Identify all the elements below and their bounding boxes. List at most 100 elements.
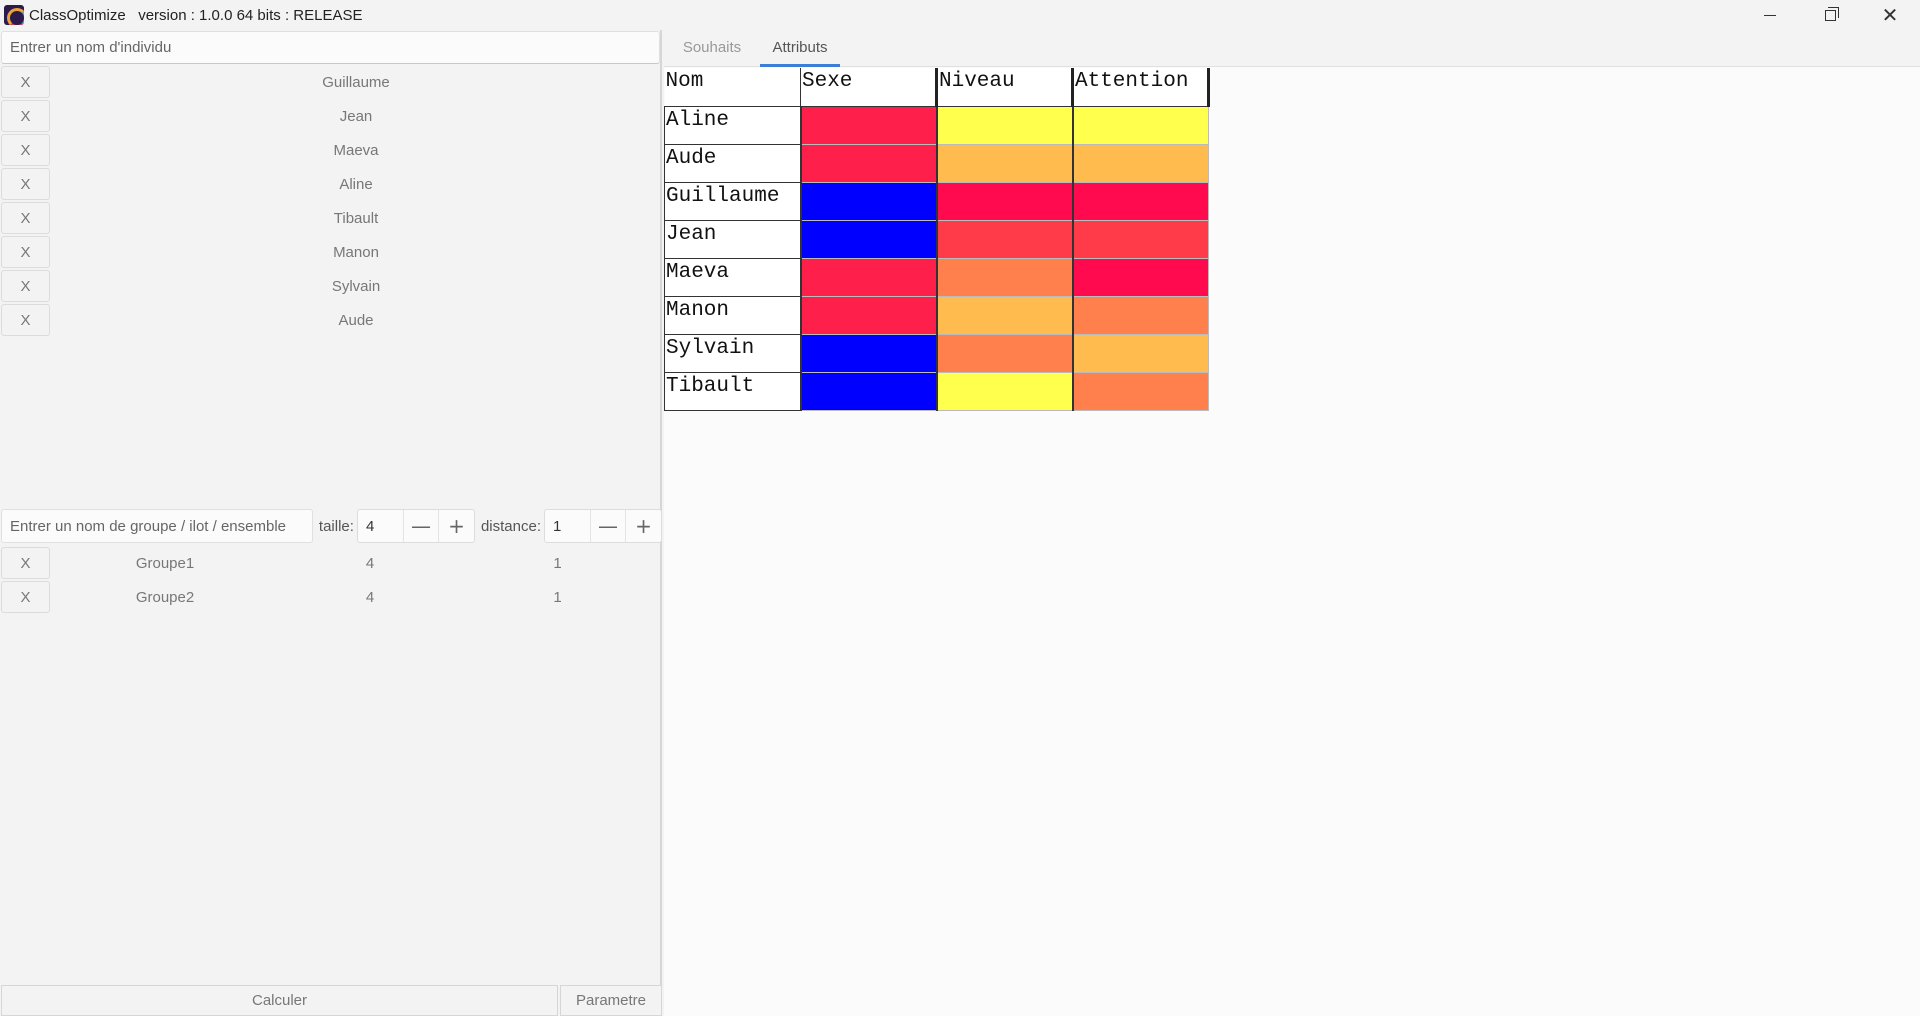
- attributs-nom-cell: Jean: [664, 219, 802, 259]
- individu-name: Maeva: [333, 141, 379, 159]
- right-panel: Souhaits Attributs Nom Sexe Niveau Atten…: [664, 30, 1920, 1016]
- distance-label: distance:: [480, 517, 541, 535]
- group-taille: 4: [365, 554, 375, 572]
- attribut-attention-cell[interactable]: [1071, 257, 1209, 297]
- attributs-nom-cell: Manon: [664, 295, 802, 335]
- attribut-niveau-cell[interactable]: [935, 371, 1073, 411]
- tab-souhaits[interactable]: Souhaits: [664, 29, 760, 66]
- attributs-row: Aude: [664, 143, 1209, 183]
- group-controls: taille: 4 — + distance: 1 — +: [0, 508, 662, 544]
- attribut-niveau-cell[interactable]: [935, 181, 1073, 221]
- individu-row: X Manon: [0, 235, 662, 269]
- window-controls: ✕: [1740, 0, 1920, 30]
- attributs-nom-cell: Sylvain: [664, 333, 802, 373]
- taille-value[interactable]: 4: [358, 510, 404, 542]
- attribut-attention-cell[interactable]: [1071, 143, 1209, 183]
- attributs-header-row: Nom Sexe Niveau Attention: [664, 68, 1210, 107]
- distance-increment-button[interactable]: +: [626, 510, 661, 542]
- attribut-niveau-cell[interactable]: [935, 219, 1073, 259]
- taille-increment-button[interactable]: +: [439, 510, 474, 542]
- group-distance: 1: [553, 588, 562, 606]
- individu-row: X Guillaume: [0, 65, 662, 99]
- attribut-niveau-cell[interactable]: [935, 295, 1073, 335]
- attributs-nom-cell: Maeva: [664, 257, 802, 297]
- title-bar: ClassOptimize version : 1.0.0 64 bits : …: [0, 0, 1920, 30]
- tab-attributs[interactable]: Attributs: [760, 29, 840, 67]
- left-panel: X Guillaume X Jean X Maeva X Aline X Tibault X Mano…: [0, 30, 662, 1016]
- attribut-niveau-cell[interactable]: [935, 143, 1073, 183]
- attributs-table: Nom Sexe Niveau Attention Aline Aude Guill…: [664, 68, 1210, 411]
- attribut-sexe-cell[interactable]: [799, 295, 937, 335]
- minimize-icon: [1764, 14, 1776, 16]
- taille-decrement-button[interactable]: —: [404, 510, 439, 542]
- group-name-input[interactable]: [1, 509, 313, 543]
- attribut-sexe-cell[interactable]: [799, 105, 937, 145]
- attribut-niveau-cell[interactable]: [935, 105, 1073, 145]
- attribut-sexe-cell[interactable]: [799, 371, 937, 411]
- attribut-attention-cell[interactable]: [1071, 181, 1209, 221]
- close-button[interactable]: ✕: [1860, 0, 1920, 30]
- individu-row: X Tibault: [0, 201, 662, 235]
- app-logo-icon: [4, 5, 24, 25]
- attribut-niveau-cell[interactable]: [935, 257, 1073, 297]
- remove-group-button[interactable]: X: [1, 581, 50, 613]
- attribut-sexe-cell[interactable]: [799, 181, 937, 221]
- attributs-nom-cell: Aude: [664, 143, 802, 183]
- remove-individu-button[interactable]: X: [1, 270, 50, 302]
- attribut-attention-cell[interactable]: [1071, 295, 1209, 335]
- individu-name: Sylvain: [331, 277, 381, 295]
- group-row: X Groupe2 4 1: [0, 580, 662, 614]
- minimize-button[interactable]: [1740, 0, 1800, 30]
- taille-stepper: 4 — +: [356, 509, 475, 543]
- attributs-row: Maeva: [664, 257, 1209, 297]
- individu-row: X Aline: [0, 167, 662, 201]
- attribut-attention-cell[interactable]: [1071, 333, 1209, 373]
- restore-icon: [1824, 6, 1839, 21]
- remove-individu-button[interactable]: X: [1, 100, 50, 132]
- attribut-sexe-cell[interactable]: [799, 143, 937, 183]
- individu-name: Aline: [339, 175, 373, 193]
- individu-name-input[interactable]: [1, 31, 660, 64]
- individu-name: Guillaume: [322, 73, 390, 91]
- tab-bar: Souhaits Attributs: [664, 30, 1920, 67]
- individu-name: Jean: [339, 107, 373, 125]
- maximize-button[interactable]: [1800, 0, 1860, 30]
- attributs-row: Tibault: [664, 371, 1209, 411]
- remove-group-button[interactable]: X: [1, 547, 50, 579]
- remove-individu-button[interactable]: X: [1, 66, 50, 98]
- attribut-niveau-cell[interactable]: [935, 333, 1073, 373]
- individu-row: X Maeva: [0, 133, 662, 167]
- attributs-row: Guillaume: [664, 181, 1209, 221]
- attributs-row: Jean: [664, 219, 1209, 259]
- header-nom: Nom: [664, 68, 801, 107]
- individu-name: Aude: [338, 311, 374, 329]
- attribut-sexe-cell[interactable]: [799, 219, 937, 259]
- remove-individu-button[interactable]: X: [1, 236, 50, 268]
- group-row: X Groupe1 4 1: [0, 546, 662, 580]
- attributs-nom-cell: Guillaume: [664, 181, 802, 221]
- distance-decrement-button[interactable]: —: [591, 510, 626, 542]
- parametre-button[interactable]: Parametre: [560, 985, 662, 1016]
- attribut-attention-cell[interactable]: [1071, 219, 1209, 259]
- header-attention: Attention: [1072, 68, 1210, 107]
- group-name: Groupe2: [135, 588, 195, 606]
- distance-stepper: 1 — +: [544, 509, 662, 543]
- remove-individu-button[interactable]: X: [1, 202, 50, 234]
- individu-name: Manon: [333, 243, 379, 261]
- attribut-attention-cell[interactable]: [1071, 371, 1209, 411]
- attribut-attention-cell[interactable]: [1071, 105, 1209, 145]
- individu-row: X Sylvain: [0, 269, 662, 303]
- attribut-sexe-cell[interactable]: [799, 333, 937, 373]
- remove-individu-button[interactable]: X: [1, 134, 50, 166]
- attribut-sexe-cell[interactable]: [799, 257, 937, 297]
- attributs-nom-cell: Tibault: [664, 371, 802, 411]
- distance-value[interactable]: 1: [545, 510, 591, 542]
- calculer-button[interactable]: Calculer: [1, 985, 558, 1016]
- bottom-actions: Calculer Parametre: [0, 985, 662, 1016]
- remove-individu-button[interactable]: X: [1, 304, 50, 336]
- header-sexe: Sexe: [800, 68, 938, 107]
- header-niveau: Niveau: [936, 68, 1074, 107]
- group-taille: 4: [365, 588, 375, 606]
- group-distance: 1: [553, 554, 562, 572]
- remove-individu-button[interactable]: X: [1, 168, 50, 200]
